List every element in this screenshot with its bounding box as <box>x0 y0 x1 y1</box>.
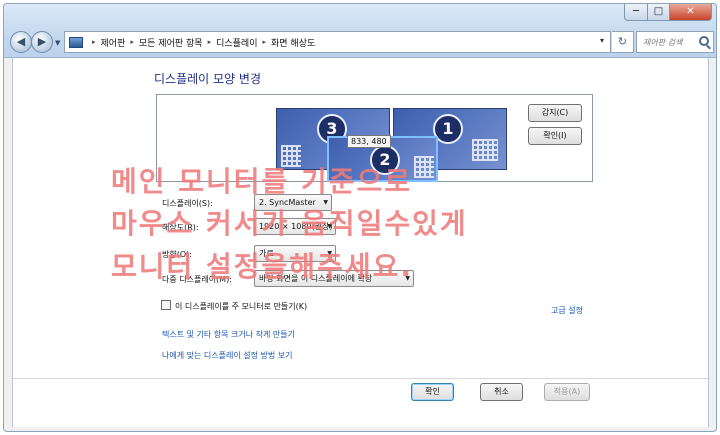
address-bar[interactable]: ▸ 제어판 ▸ 모든 제어판 항목 ▸ 디스플레이 ▸ 화면 해상도 ▾ <box>64 31 611 53</box>
advanced-settings-link[interactable]: 고급 설정 <box>551 305 583 316</box>
display-settings-help-link[interactable]: 나에게 맞는 디스플레이 설정 방법 보기 <box>162 350 292 361</box>
main-display-checkbox[interactable] <box>161 300 171 310</box>
breadcrumb-separator-icon[interactable]: ▸ <box>262 38 266 46</box>
breadcrumb-separator-icon[interactable]: ▸ <box>208 38 212 46</box>
cancel-button[interactable]: 취소 <box>480 383 523 401</box>
footer-divider <box>13 378 708 379</box>
search-box[interactable] <box>636 31 714 53</box>
apply-button[interactable]: 적용(A) <box>544 383 590 401</box>
title-bar: ─ □ ✕ ◀ ▶ ▼ ▸ 제어판 ▸ 모든 제어판 항목 ▸ 디스플레이 ▸ … <box>4 4 716 58</box>
breadcrumb-all-items[interactable]: 모든 제어판 항목 <box>139 36 203 49</box>
breadcrumb-control-panel[interactable]: 제어판 <box>101 36 126 49</box>
control-panel-icon <box>69 36 83 48</box>
annotation-text-line-1: 메인 모니터를 기준으로 <box>111 165 413 198</box>
page-title: 디스플레이 모양 변경 <box>154 72 261 86</box>
search-icon[interactable] <box>699 36 709 46</box>
annotation-text-line-2: 마우스 커서가 움직일수있게 <box>111 207 468 240</box>
breadcrumb-separator-icon[interactable]: ▸ <box>130 38 134 46</box>
breadcrumb-separator-icon[interactable]: ▸ <box>92 38 96 46</box>
identify-button[interactable]: 확인(I) <box>528 127 582 145</box>
drag-position-tooltip: 833, 480 <box>347 135 391 148</box>
breadcrumb-screen-resolution[interactable]: 화면 해상도 <box>271 36 315 49</box>
main-display-checkbox-label[interactable]: 이 디스플레이를 주 모니터로 만들기(K) <box>175 301 307 312</box>
forward-button[interactable]: ▶ <box>31 31 53 53</box>
recent-pages-dropdown-icon[interactable]: ▼ <box>55 39 60 47</box>
search-input[interactable] <box>643 37 697 47</box>
desktop-icons <box>472 139 498 161</box>
maximize-button[interactable]: □ <box>648 4 670 21</box>
annotation-text-line-3: 모니터 설정을해주세요. <box>111 250 413 283</box>
ok-button[interactable]: 확인 <box>411 383 454 401</box>
detect-button[interactable]: 감지(C) <box>528 104 582 122</box>
close-button[interactable]: ✕ <box>670 4 712 21</box>
back-button[interactable]: ◀ <box>10 31 32 53</box>
minimize-button[interactable]: ─ <box>624 4 648 21</box>
text-size-link[interactable]: 텍스트 및 기타 항목 크거나 작게 만들기 <box>162 329 295 340</box>
screen-resolution-panel: 디스플레이 모양 변경 3 1 2 833, 480 감지(C) 확인(I) 디… <box>12 58 709 427</box>
address-history-chevron-icon[interactable]: ▾ <box>600 36 604 45</box>
breadcrumb-display[interactable]: 디스플레이 <box>216 36 257 49</box>
caption-buttons: ─ □ ✕ <box>624 4 712 21</box>
refresh-button[interactable]: ↻ <box>612 31 634 53</box>
